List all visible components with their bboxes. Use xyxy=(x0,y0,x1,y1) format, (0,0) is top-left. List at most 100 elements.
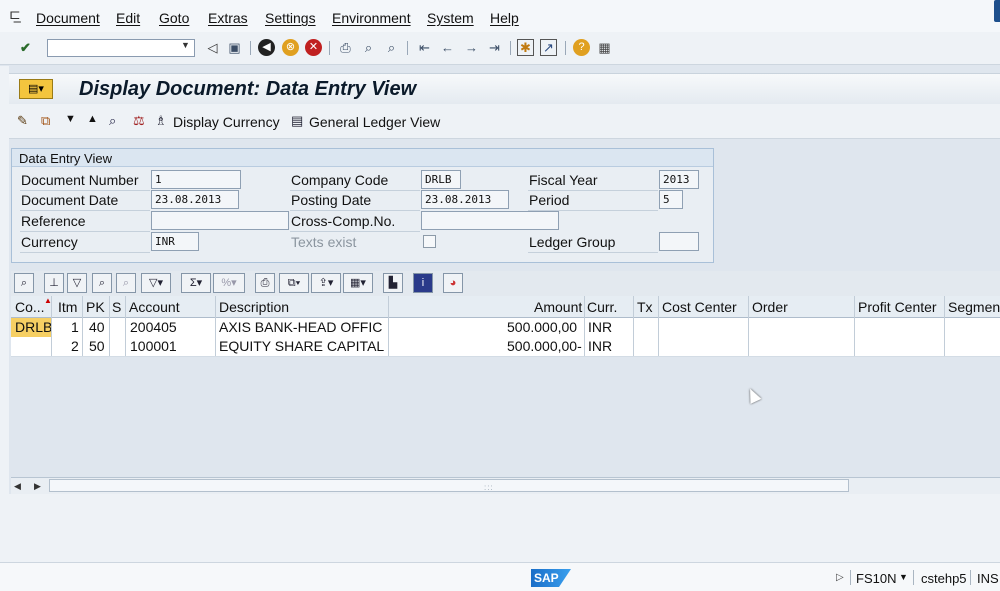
reference-field[interactable] xyxy=(151,211,289,230)
col-header-amount[interactable]: Amount xyxy=(534,299,582,315)
command-dropdown-icon[interactable]: ▼ xyxy=(181,40,190,50)
back-icon[interactable]: ◁ xyxy=(204,39,221,56)
posting-date-field[interactable]: 23.08.2013 xyxy=(421,190,509,209)
abc-analysis-icon[interactable]: ◕ xyxy=(443,273,463,293)
scroll-right-icon[interactable]: ▶ xyxy=(34,481,41,492)
help-icon[interactable]: ? xyxy=(573,39,590,56)
enter-icon[interactable]: ✔ xyxy=(17,39,34,56)
horizontal-scrollbar[interactable]: ◀ ▶ ::: xyxy=(11,477,1000,495)
cell-itm[interactable]: 2 xyxy=(71,338,79,354)
menu-extras[interactable]: Extras xyxy=(208,10,248,26)
col-header-account[interactable]: Account xyxy=(129,299,180,315)
ledger-view-icon[interactable]: ▤ xyxy=(291,113,303,129)
print-icon[interactable]: ⎙ xyxy=(337,39,354,56)
col-header-pk[interactable]: PK xyxy=(86,299,105,315)
cell-amount[interactable]: 500.000,00 xyxy=(507,319,577,335)
cell-itm[interactable]: 1 xyxy=(71,319,79,335)
cancel-icon[interactable]: ✕ xyxy=(305,39,322,56)
information-icon[interactable]: i xyxy=(413,273,433,293)
shortcut-icon[interactable]: ↗ xyxy=(540,39,557,56)
cell-curr[interactable]: INR xyxy=(588,338,612,354)
previous-item-up-icon[interactable]: ▲ xyxy=(87,113,98,125)
exit-icon[interactable]: ⊗ xyxy=(282,39,299,56)
cell-pk[interactable]: 50 xyxy=(89,338,105,354)
next-page-icon[interactable]: → xyxy=(463,39,480,56)
col-header-profit-center[interactable]: Profit Center xyxy=(858,299,937,315)
new-session-icon[interactable]: ✱ xyxy=(517,39,534,56)
col-header-description[interactable]: Description xyxy=(219,299,289,315)
col-header-order[interactable]: Order xyxy=(752,299,788,315)
document-overview-icon[interactable]: ⌕ xyxy=(109,113,116,129)
menu-edit[interactable]: Edit xyxy=(116,10,140,26)
other-document-icon[interactable]: ⧉ xyxy=(41,113,50,129)
col-header-cost-center[interactable]: Cost Center xyxy=(662,299,737,315)
export-icon[interactable]: ⇪▾ xyxy=(311,273,341,293)
texts-exist-checkbox[interactable] xyxy=(423,235,436,248)
table-row[interactable]: 2 50 100001 EQUITY SHARE CAPITAL 500.000… xyxy=(11,337,1000,357)
company-code-field[interactable]: DRLB xyxy=(421,170,461,189)
cell-curr[interactable]: INR xyxy=(588,319,612,335)
views-icon[interactable]: ⧉▾ xyxy=(279,273,309,293)
filter-icon[interactable]: ▽ xyxy=(67,273,87,293)
cell-description[interactable]: EQUITY SHARE CAPITAL xyxy=(219,338,384,354)
sort-ascending-icon[interactable]: ⊥ xyxy=(44,273,64,293)
scroll-thumb[interactable]: ::: xyxy=(49,479,849,492)
details-icon[interactable]: ⌕ xyxy=(14,273,34,293)
cell-description[interactable]: AXIS BANK-HEAD OFFIC xyxy=(219,319,382,335)
display-change-icon[interactable]: ✎ xyxy=(17,113,28,129)
cell-pk[interactable]: 40 xyxy=(89,319,105,335)
menu-system[interactable]: System xyxy=(427,10,474,26)
total-icon[interactable]: Σ▾ xyxy=(181,273,211,293)
first-page-icon[interactable]: ⇤ xyxy=(416,39,433,56)
title-menu-icon[interactable]: ▤▾ xyxy=(19,79,53,99)
table-row[interactable]: DRLB 1 40 200405 AXIS BANK-HEAD OFFIC 50… xyxy=(11,318,1000,338)
col-header-co[interactable]: Co... xyxy=(15,299,45,315)
display-currency-icon[interactable]: ♗ xyxy=(155,113,167,129)
scroll-left-icon[interactable]: ◀ xyxy=(14,481,21,492)
cell-account[interactable]: 200405 xyxy=(130,319,177,335)
col-header-itm[interactable]: Itm xyxy=(58,299,77,315)
last-page-icon[interactable]: ⇥ xyxy=(486,39,503,56)
menu-document[interactable]: Document xyxy=(36,10,100,26)
fiscal-year-field[interactable]: 2013 xyxy=(659,170,699,189)
ledger-group-field[interactable] xyxy=(659,232,699,251)
menu-settings[interactable]: Settings xyxy=(265,10,316,26)
layout-icon[interactable]: ▦ xyxy=(596,39,613,56)
document-date-field[interactable]: 23.08.2013 xyxy=(151,190,239,209)
subtotal-icon[interactable]: %▾ xyxy=(213,273,245,293)
find-next-icon[interactable]: ⌕ xyxy=(116,273,136,293)
status-separator xyxy=(970,570,971,585)
find-next-icon[interactable]: ⌕ xyxy=(383,39,400,56)
currency-field[interactable]: INR xyxy=(151,232,199,251)
col-header-curr[interactable]: Curr. xyxy=(587,299,617,315)
col-header-segment[interactable]: Segment xyxy=(948,299,1000,315)
print-preview-icon[interactable]: ⎙ xyxy=(255,273,275,293)
find-icon[interactable]: ⌕ xyxy=(360,39,377,56)
transaction-dropdown-icon[interactable]: ▼ xyxy=(899,572,908,582)
cell-account[interactable]: 100001 xyxy=(130,338,177,354)
back-nav-icon[interactable]: ◀ xyxy=(258,39,275,56)
menu-help[interactable]: Help xyxy=(490,10,519,26)
next-item-down-icon[interactable]: ▼ xyxy=(65,113,76,125)
display-currency-button[interactable]: Display Currency xyxy=(173,114,280,130)
prev-page-icon[interactable]: ← xyxy=(439,39,456,56)
document-number-field[interactable]: 1 xyxy=(151,170,241,189)
general-ledger-view-button[interactable]: General Ledger View xyxy=(309,114,440,130)
menu-goto[interactable]: Goto xyxy=(159,10,189,26)
status-expand-icon[interactable]: ▷ xyxy=(836,572,844,583)
command-field[interactable] xyxy=(47,39,195,57)
col-header-tx[interactable]: Tx xyxy=(637,299,653,315)
system-menu-icon[interactable]: ⊏̲ xyxy=(9,6,21,23)
set-filter-icon[interactable]: ▽▾ xyxy=(141,273,171,293)
taxes-icon[interactable]: ⚖ xyxy=(133,113,145,129)
cell-co[interactable]: DRLB xyxy=(15,319,52,335)
cross-comp-field[interactable] xyxy=(421,211,559,230)
period-field[interactable]: 5 xyxy=(659,190,683,209)
menu-environment[interactable]: Environment xyxy=(332,10,411,26)
find-icon[interactable]: ⌕ xyxy=(92,273,112,293)
cell-amount[interactable]: 500.000,00- xyxy=(507,338,582,354)
change-layout-icon[interactable]: ▦▾ xyxy=(343,273,373,293)
col-header-s[interactable]: S xyxy=(112,299,121,315)
save-icon[interactable]: ▣ xyxy=(226,39,243,56)
graphic-icon[interactable]: ▙ xyxy=(383,273,403,293)
